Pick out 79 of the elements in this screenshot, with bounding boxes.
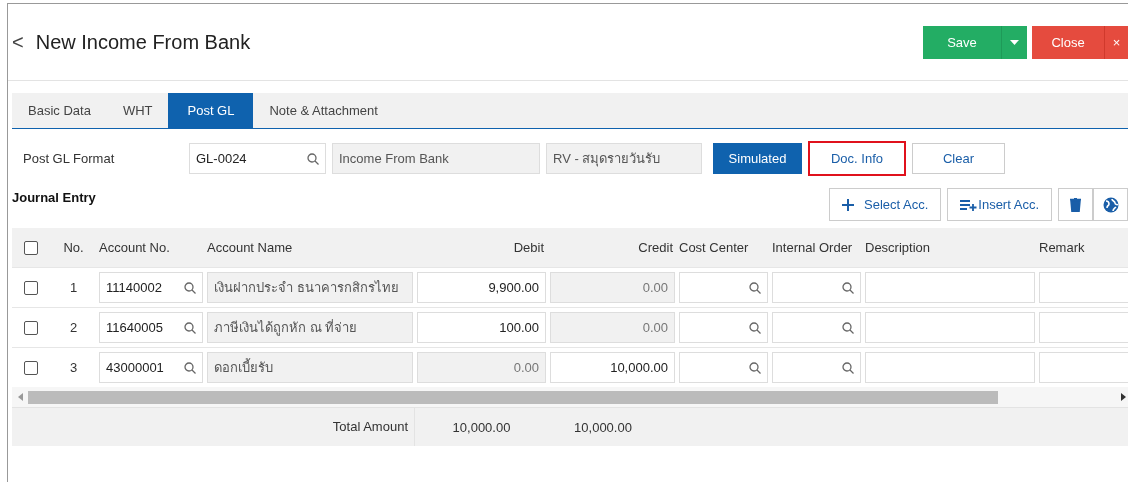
page-title: New Income From Bank — [35, 30, 251, 54]
action-button[interactable]: Simulated — [713, 143, 802, 174]
cost-center-field[interactable] — [679, 352, 768, 383]
description-field[interactable] — [865, 272, 1035, 303]
cost-center-field[interactable] — [679, 272, 768, 303]
column-header: Description — [864, 240, 932, 255]
scroll-left-icon — [18, 393, 23, 401]
checkbox[interactable] — [24, 280, 38, 295]
column-header: Account Name — [206, 240, 294, 255]
column-header: Account No. — [98, 240, 171, 255]
tab[interactable]: Note & Attachment — [253, 93, 394, 128]
cost-center-field[interactable] — [679, 312, 768, 343]
total-label: Total Amount — [12, 408, 415, 446]
tab[interactable]: Basic Data — [12, 93, 107, 128]
account-name-field: เงินฝากประจำ ธนาคารกสิกรไทย — [207, 272, 413, 303]
search-icon — [842, 321, 854, 334]
total-credit: 10,000.00 — [573, 419, 633, 435]
account-name-field: ภาษีเงินได้ถูกหัก ณ ที่จ่าย — [207, 312, 413, 343]
search-icon — [749, 321, 761, 334]
column-header: Cost Center — [678, 240, 750, 255]
debit-field[interactable]: 100.00 — [417, 312, 546, 343]
save-dropdown-button[interactable] — [1001, 25, 1027, 59]
journal-book-field: RV - สมุดรายวันรับ — [546, 143, 702, 174]
tab[interactable]: WHT — [106, 93, 169, 128]
credit-field[interactable]: 10,000.00 — [550, 352, 675, 383]
internal-order-field[interactable] — [772, 312, 861, 343]
select-account-button[interactable]: Select Acc. — [829, 188, 942, 221]
row-number: 3 — [68, 360, 79, 375]
account-number-field[interactable]: 11140002 — [99, 272, 203, 303]
search-icon — [184, 361, 196, 374]
globe-icon — [1102, 196, 1119, 213]
search-icon — [842, 361, 854, 374]
action-button[interactable]: Doc. Info — [808, 141, 906, 176]
account-number-field[interactable]: 43000001 — [99, 352, 203, 383]
list-add-icon — [960, 198, 979, 211]
globe-button[interactable] — [1093, 188, 1128, 221]
checkbox[interactable] — [24, 360, 38, 375]
remark-field[interactable] — [1039, 312, 1128, 343]
search-icon — [307, 152, 319, 165]
checkbox[interactable] — [24, 240, 38, 255]
search-icon — [842, 281, 854, 294]
field-label: Post GL Format — [23, 151, 116, 166]
internal-order-field[interactable] — [772, 352, 861, 383]
account-name-field: ดอกเบี้ยรับ — [207, 352, 413, 383]
format-name-field: Income From Bank — [332, 143, 540, 174]
section-title: Journal Entry — [12, 190, 96, 205]
search-icon — [749, 281, 761, 294]
column-header: Debit — [512, 240, 545, 255]
tab[interactable]: Post GL — [168, 93, 254, 128]
scroll-right-icon — [1121, 393, 1126, 401]
column-header: Remark — [1038, 240, 1086, 255]
caret-icon — [1010, 39, 1019, 45]
row-number: 1 — [68, 280, 79, 295]
description-field[interactable] — [865, 312, 1035, 343]
insert-account-button[interactable]: Insert Acc. — [947, 188, 1052, 221]
total-debit: 10,000.00 — [451, 419, 512, 435]
action-button[interactable]: Clear — [912, 143, 1005, 174]
row-number: 2 — [68, 320, 79, 335]
back-button[interactable]: < — [12, 30, 24, 54]
plus-icon — [842, 198, 854, 211]
remark-field[interactable] — [1039, 272, 1128, 303]
column-header: No. — [62, 240, 85, 255]
search-icon — [184, 321, 196, 334]
close-button[interactable]: Close — [1032, 25, 1104, 59]
account-number-field[interactable]: 11640005 — [99, 312, 203, 343]
horizontal-scrollbar[interactable] — [12, 387, 1128, 407]
description-field[interactable] — [865, 352, 1035, 383]
column-header: Internal Order — [771, 240, 854, 255]
remark-field[interactable] — [1039, 352, 1128, 383]
internal-order-field[interactable] — [772, 272, 861, 303]
close-x-button[interactable]: × — [1104, 25, 1128, 59]
search-icon — [184, 281, 196, 294]
column-header: Credit — [637, 240, 674, 255]
search-icon — [749, 361, 761, 374]
trash-icon — [1070, 197, 1081, 212]
checkbox[interactable] — [24, 320, 38, 335]
debit-field[interactable]: 9,900.00 — [417, 272, 546, 303]
format-code-field[interactable]: GL-0024 — [189, 143, 326, 174]
delete-button[interactable] — [1058, 188, 1093, 221]
